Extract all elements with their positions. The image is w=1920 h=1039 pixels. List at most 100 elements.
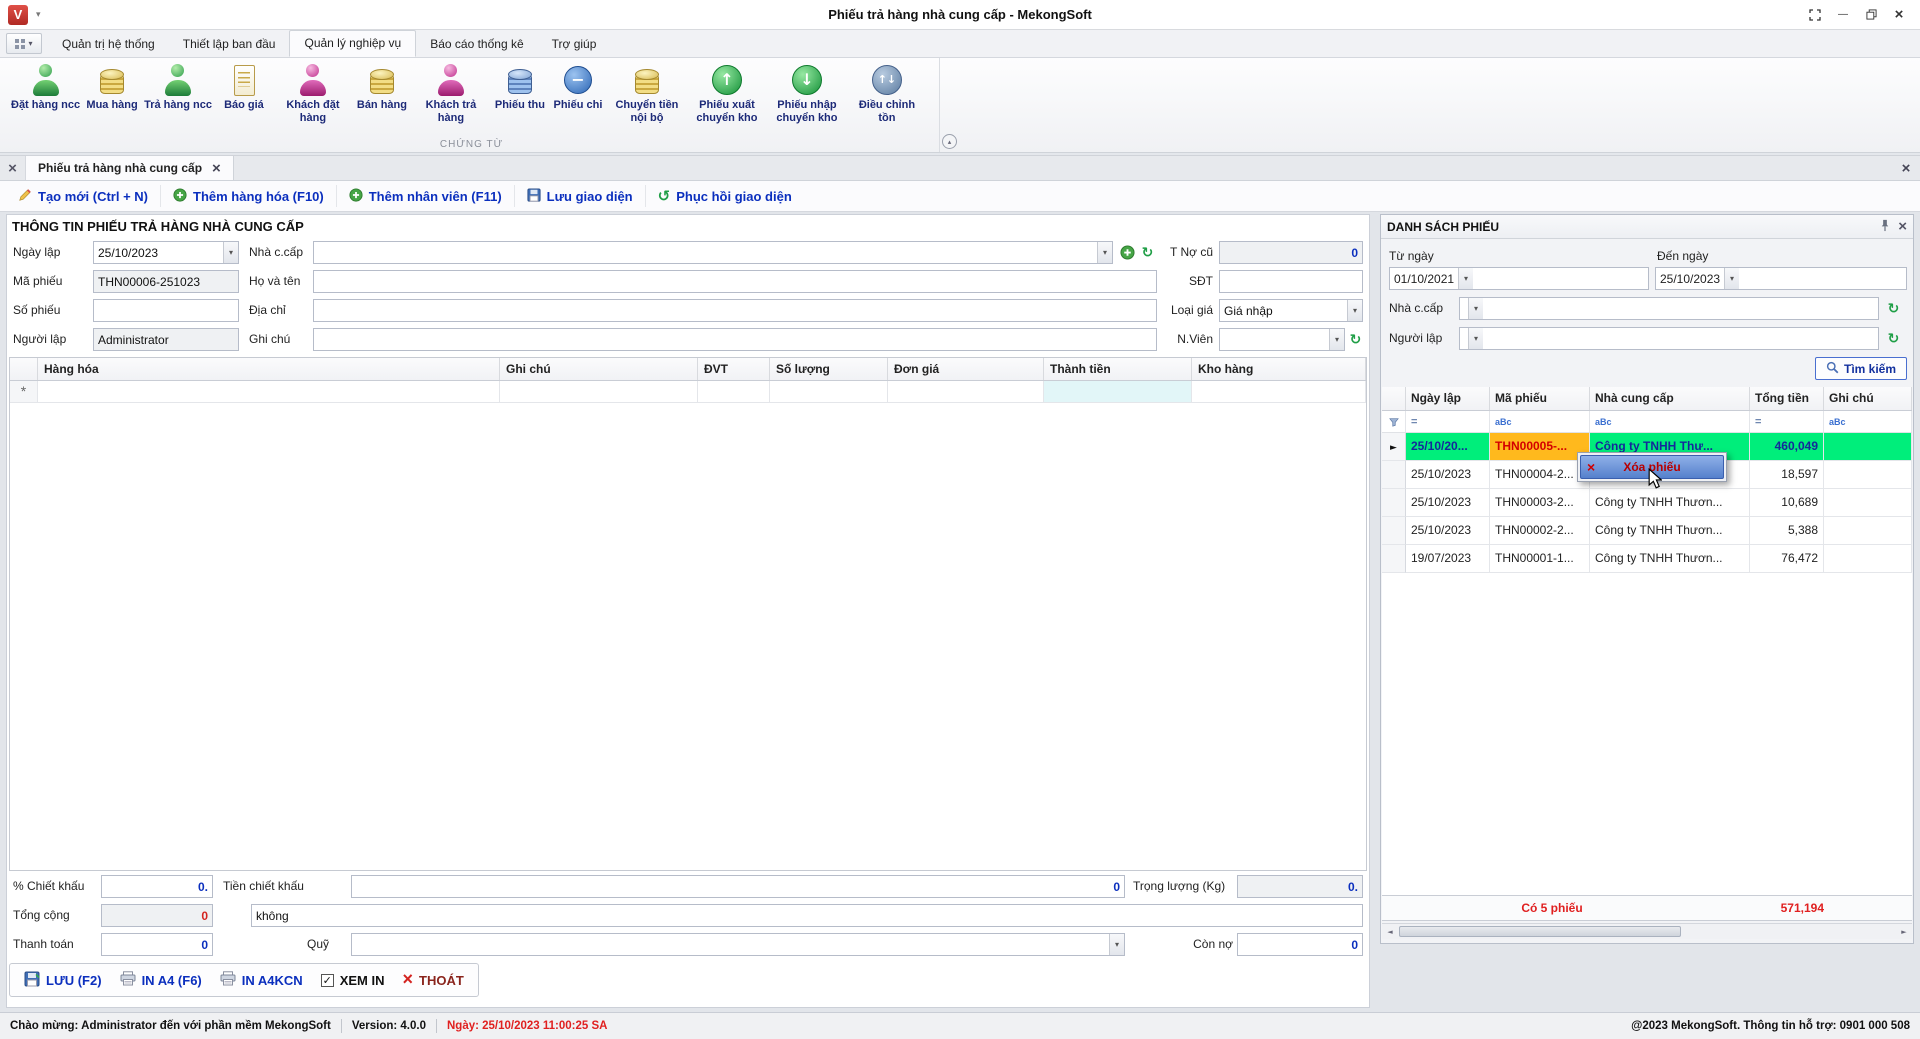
dia-chi-input[interactable]	[313, 299, 1157, 322]
filter-text-cell[interactable]	[1824, 411, 1912, 432]
chevron-down-icon[interactable]	[1468, 328, 1483, 349]
tab-quan-tri-he-thong[interactable]: Quản trị hệ thống	[48, 32, 169, 57]
filter-text-cell[interactable]	[1490, 411, 1590, 432]
chevron-down-icon[interactable]	[1347, 300, 1362, 321]
cell-kho-hang[interactable]	[1192, 381, 1366, 402]
create-new-button[interactable]: Tạo mới (Ctrl + N)	[6, 185, 161, 207]
chiet-khau-pct-input[interactable]: 0.	[101, 875, 213, 898]
cell-hang-hoa[interactable]	[38, 381, 500, 402]
add-product-button[interactable]: Thêm hàng hóa (F10)	[161, 185, 337, 207]
refresh-supplier-icon[interactable]	[1139, 244, 1156, 261]
den-ngay-picker[interactable]: 25/10/2023	[1655, 267, 1907, 290]
btn-ban-hang[interactable]: Bán hàng	[353, 62, 411, 114]
btn-bao-gia[interactable]: Báo giá	[215, 62, 273, 114]
preview-checkbox[interactable]: XEM IN	[321, 973, 385, 988]
cell-ghi-chu[interactable]	[500, 381, 698, 402]
restore-layout-button[interactable]: Phục hồi giao diện	[646, 185, 804, 207]
tabbar-close-icon[interactable]	[1892, 156, 1920, 180]
btn-phieu-thu[interactable]: Phiếu thu	[491, 62, 549, 114]
cell-so-luong[interactable]	[770, 381, 888, 402]
tab-close-icon[interactable]	[212, 160, 221, 177]
filter-supplier-combo[interactable]	[1459, 297, 1879, 320]
scroll-left-icon[interactable]	[1382, 928, 1398, 936]
filter-funnel-icon[interactable]	[1382, 411, 1406, 432]
filter-number-cell[interactable]	[1750, 411, 1824, 432]
panel-close-icon[interactable]	[1898, 218, 1907, 235]
column-header[interactable]: Nhà cung cấp	[1590, 387, 1750, 410]
filter-text-cell[interactable]	[1590, 411, 1750, 432]
chevron-down-icon[interactable]	[1109, 934, 1124, 955]
column-header[interactable]: Hàng hóa	[38, 358, 500, 380]
print-a4kcn-button[interactable]: IN A4KCN	[220, 971, 303, 989]
column-header[interactable]: Thành tiền	[1044, 358, 1192, 380]
column-header[interactable]: Ghi chú	[500, 358, 698, 380]
cell-don-gia[interactable]	[888, 381, 1044, 402]
quy-combo[interactable]	[351, 933, 1125, 956]
btn-phieu-xuat-chuyen-kho[interactable]: Phiếu xuất chuyển kho	[687, 62, 767, 126]
chevron-down-icon[interactable]	[1458, 268, 1473, 289]
thanh-toan-input[interactable]: 0	[101, 933, 213, 956]
ngay-lap-picker[interactable]: 25/10/2023	[93, 241, 239, 264]
btn-phieu-nhap-chuyen-kho[interactable]: Phiếu nhập chuyển kho	[767, 62, 847, 126]
column-header[interactable]: Đơn giá	[888, 358, 1044, 380]
app-menu-button[interactable]: ▾	[6, 33, 42, 54]
restore-icon[interactable]	[1860, 5, 1882, 25]
tien-chiet-khau-input[interactable]: 0	[351, 875, 1125, 898]
tab-quan-ly-nghiep-vu[interactable]: Quản lý nghiệp vụ	[289, 30, 416, 57]
ghi-chu-input[interactable]	[313, 328, 1157, 351]
chevron-down-icon[interactable]	[1724, 268, 1739, 289]
new-item-row[interactable]	[10, 381, 1366, 403]
chevron-down-icon[interactable]	[1468, 298, 1483, 319]
add-employee-button[interactable]: Thêm nhân viên (F11)	[337, 185, 515, 207]
btn-tra-hang-ncc[interactable]: Trả hàng ncc	[141, 62, 215, 114]
table-row[interactable]: 19/07/2023 THN00001-1... Công ty TNHH Th…	[1382, 545, 1912, 573]
loai-gia-combo[interactable]: Giá nhập	[1219, 299, 1363, 322]
chevron-down-icon[interactable]	[1329, 329, 1344, 350]
column-header[interactable]: Mã phiếu	[1490, 387, 1590, 410]
filter-date-cell[interactable]	[1406, 411, 1490, 432]
refresh-creator-filter-icon[interactable]	[1885, 330, 1902, 347]
scroll-right-icon[interactable]	[1896, 928, 1912, 936]
exit-button[interactable]: THOÁT	[402, 972, 463, 988]
tab-thiet-lap-ban-dau[interactable]: Thiết lập ban đầu	[169, 32, 290, 57]
pin-icon[interactable]	[1880, 219, 1890, 235]
n-vien-combo[interactable]	[1219, 328, 1345, 351]
tu-ngay-picker[interactable]: 01/10/2021	[1389, 267, 1649, 290]
column-header[interactable]: Ghi chú	[1824, 387, 1912, 410]
fullscreen-icon[interactable]	[1804, 5, 1826, 25]
ribbon-collapse-button[interactable]: ▴	[942, 134, 957, 149]
btn-chuyen-tien-noi-bo[interactable]: Chuyển tiền nội bộ	[607, 62, 687, 126]
btn-dieu-chinh-ton[interactable]: Điều chỉnh tồn	[847, 62, 927, 126]
minimize-icon[interactable]	[1832, 5, 1854, 25]
table-row[interactable]: 25/10/2023 THN00003-2... Công ty TNHH Th…	[1382, 489, 1912, 517]
close-icon[interactable]	[1888, 5, 1910, 25]
btn-khach-tra-hang[interactable]: Khách trả hàng	[411, 62, 491, 126]
save-button[interactable]: LƯU (F2)	[24, 971, 102, 990]
checkbox-checked-icon[interactable]	[321, 974, 334, 987]
close-all-tabs-icon[interactable]	[0, 156, 26, 180]
add-supplier-button[interactable]	[1119, 244, 1136, 261]
refresh-supplier-filter-icon[interactable]	[1885, 300, 1902, 317]
filter-creator-combo[interactable]	[1459, 327, 1879, 350]
nha-ccap-combo[interactable]	[313, 241, 1113, 264]
quick-access-caret-icon[interactable]: ▾	[36, 9, 41, 20]
refresh-nvien-icon[interactable]	[1347, 331, 1364, 348]
document-tab-active[interactable]: Phiếu trả hàng nhà cung cấp	[26, 156, 234, 180]
column-header[interactable]: ĐVT	[698, 358, 770, 380]
horizontal-scrollbar[interactable]	[1382, 923, 1912, 939]
ho-va-ten-input[interactable]	[313, 270, 1157, 293]
chevron-down-icon[interactable]	[1097, 242, 1112, 263]
tab-bao-cao-thong-ke[interactable]: Báo cáo thống kê	[416, 32, 537, 57]
cell-thanh-tien[interactable]	[1044, 381, 1192, 402]
btn-dat-hang-ncc[interactable]: Đặt hàng ncc	[8, 62, 83, 114]
save-layout-button[interactable]: Lưu giao diện	[515, 185, 646, 207]
btn-phieu-chi[interactable]: Phiếu chi	[549, 62, 607, 114]
print-a4-button[interactable]: IN A4 (F6)	[120, 971, 202, 989]
chevron-down-icon[interactable]	[223, 242, 238, 263]
column-header[interactable]: Tổng tiền	[1750, 387, 1824, 410]
scrollbar-thumb[interactable]	[1399, 926, 1681, 937]
btn-mua-hang[interactable]: Mua hàng	[83, 62, 141, 114]
column-header[interactable]: Kho hàng	[1192, 358, 1366, 380]
so-phieu-input[interactable]	[93, 299, 239, 322]
table-row[interactable]: 25/10/2023 THN00002-2... Công ty TNHH Th…	[1382, 517, 1912, 545]
